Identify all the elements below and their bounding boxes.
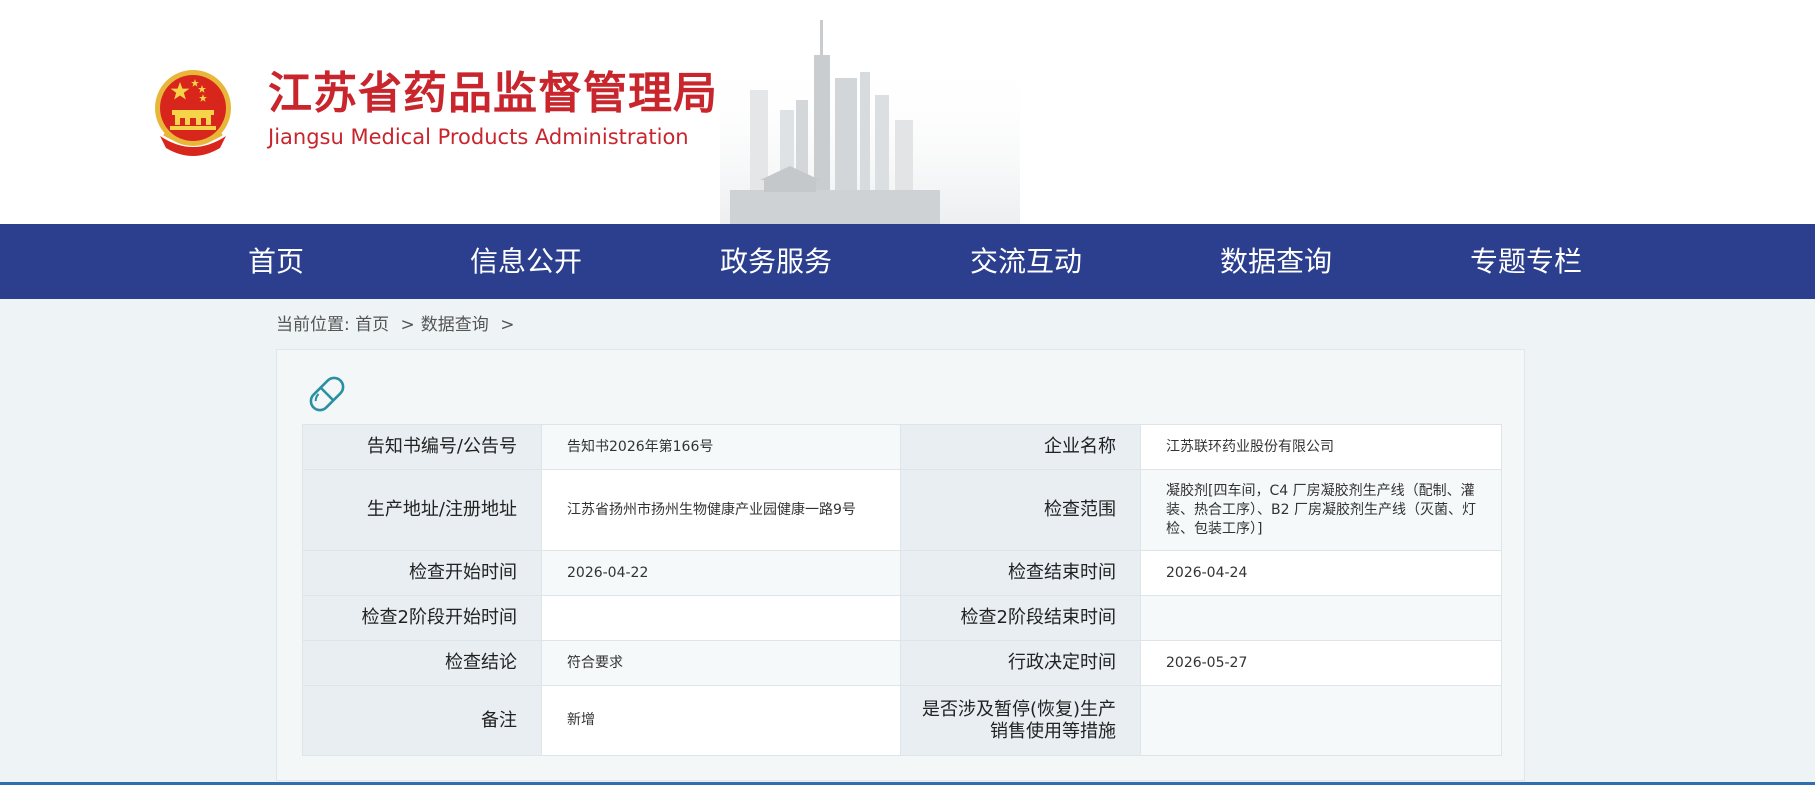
nav-item-special-topics[interactable]: 专题专栏	[1470, 224, 1582, 299]
notice-number-label: 告知书编号/公告号	[302, 424, 542, 470]
stage2-start-label: 检查2阶段开始时间	[302, 595, 542, 641]
inspection-end-value: 2026-04-24	[1140, 550, 1502, 596]
production-address-value: 江苏省扬州市扬州生物健康产业园健康一路9号	[541, 469, 901, 551]
suspension-measures-value	[1140, 685, 1502, 756]
inspection-start-label: 检查开始时间	[302, 550, 542, 596]
national-emblem-icon[interactable]	[150, 66, 236, 156]
breadcrumb-link-home[interactable]: 首页	[355, 315, 389, 335]
admin-decision-date-label: 行政决定时间	[900, 640, 1141, 686]
inspection-end-label: 检查结束时间	[900, 550, 1141, 596]
site-title-cn: 江苏省药品监督管理局	[268, 68, 718, 119]
site-title-en: Jiangsu Medical Products Administration	[268, 125, 689, 149]
stage2-end-label: 检查2阶段结束时间	[900, 595, 1141, 641]
table-row: 检查结论 符合要求 行政决定时间 2026-05-27	[302, 640, 1502, 686]
nav-item-data-query[interactable]: 数据查询	[1220, 224, 1332, 299]
remarks-value: 新增	[541, 685, 901, 756]
pill-capsule-icon	[309, 376, 345, 412]
company-name-value: 江苏联环药业股份有限公司	[1140, 424, 1502, 470]
inspection-scope-value: 凝胶剂[四车间，C4 厂房凝胶剂生产线（配制、灌装、热合工序）、B2 厂房凝胶剂…	[1140, 469, 1502, 551]
inspection-detail-table: 告知书编号/公告号 告知书2026年第166号 企业名称 江苏联环药业股份有限公…	[302, 424, 1502, 756]
inspection-conclusion-value: 符合要求	[541, 640, 901, 686]
breadcrumb-separator: >	[500, 315, 515, 335]
breadcrumb-separator: >	[400, 315, 415, 335]
nav-item-gov-services[interactable]: 政务服务	[720, 224, 832, 299]
site-header: 江苏省药品监督管理局 Jiangsu Medical Products Admi…	[0, 0, 1815, 224]
inspection-conclusion-label: 检查结论	[302, 640, 542, 686]
table-row: 检查开始时间 2026-04-22 检查结束时间 2026-04-24	[302, 550, 1502, 596]
breadcrumb-prefix: 当前位置:	[276, 315, 350, 335]
stage2-start-value	[541, 595, 901, 641]
main-nav: 首页 信息公开 政务服务 交流互动 数据查询 专题专栏	[0, 224, 1815, 299]
breadcrumb-link-data-query[interactable]: 数据查询	[421, 315, 489, 335]
inspection-start-value: 2026-04-22	[541, 550, 901, 596]
table-row: 生产地址/注册地址 江苏省扬州市扬州生物健康产业园健康一路9号 检查范围 凝胶剂…	[302, 469, 1502, 551]
production-address-label: 生产地址/注册地址	[302, 469, 542, 551]
table-row: 检查2阶段开始时间 检查2阶段结束时间	[302, 595, 1502, 641]
table-row: 备注 新增 是否涉及暂停(恢复)生产销售使用等措施	[302, 685, 1502, 756]
stage2-end-value	[1140, 595, 1502, 641]
breadcrumb: 当前位置: 首页 > 数据查询 >	[276, 313, 520, 337]
company-name-label: 企业名称	[900, 424, 1141, 470]
city-skyline-illustration	[720, 20, 1020, 224]
inspection-scope-label: 检查范围	[900, 469, 1141, 551]
nav-item-info-disclosure[interactable]: 信息公开	[470, 224, 582, 299]
notice-number-value: 告知书2026年第166号	[541, 424, 901, 470]
remarks-label: 备注	[302, 685, 542, 756]
nav-item-home[interactable]: 首页	[248, 224, 304, 299]
suspension-measures-label: 是否涉及暂停(恢复)生产销售使用等措施	[900, 685, 1141, 756]
table-row: 告知书编号/公告号 告知书2026年第166号 企业名称 江苏联环药业股份有限公…	[302, 424, 1502, 470]
admin-decision-date-value: 2026-05-27	[1140, 640, 1502, 686]
footer-strip	[0, 785, 1815, 794]
nav-item-interaction[interactable]: 交流互动	[970, 224, 1082, 299]
